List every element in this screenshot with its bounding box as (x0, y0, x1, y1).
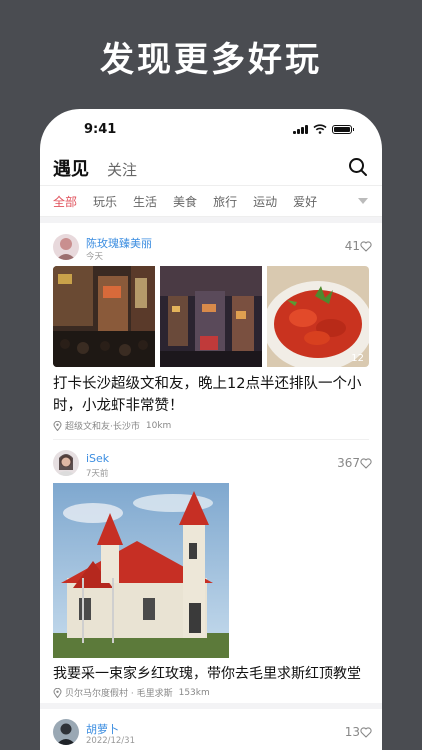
status-bar: 9:41 (40, 109, 382, 149)
like-count: 41 (344, 239, 360, 253)
category-travel[interactable]: 旅行 (213, 193, 237, 210)
location-name: 超级文和友·长沙市 (65, 422, 140, 432)
status-icons (293, 124, 354, 134)
avatar[interactable] (53, 234, 79, 260)
post-image[interactable]: 12 (267, 266, 369, 367)
battery-icon (332, 124, 354, 134)
signal-icon (293, 124, 308, 134)
feed-post[interactable]: iSek 7天前 367 我要采一束家乡红玫瑰，带你去毛里求斯红顶教堂 贝尔马尔… (40, 441, 382, 709)
like-count: 13 (344, 725, 360, 739)
post-text[interactable]: 打卡长沙超级文和友，晚上12点半还排队一个小时，小龙虾非常赞！ (53, 373, 371, 417)
chevron-down-icon[interactable] (358, 198, 368, 204)
avatar[interactable] (53, 719, 79, 745)
wifi-icon (313, 124, 327, 134)
heart-icon[interactable] (360, 458, 372, 469)
top-header: 遇见 关注 (40, 153, 382, 185)
promo-title: 发现更多好玩 (100, 40, 322, 80)
status-time: 9:41 (84, 122, 117, 137)
category-food[interactable]: 美食 (173, 193, 197, 210)
avatar[interactable] (53, 450, 79, 476)
image-count: 12 (351, 353, 364, 364)
phone-screen: 9:41 遇见 关注 全部 玩乐 生活 美食 旅行 运动 爱好 陈玫瑰臻美丽 今… (40, 109, 382, 750)
post-text[interactable]: 我要采一束家乡红玫瑰，带你去毛里求斯红顶教堂 (53, 663, 371, 685)
post-image[interactable] (53, 483, 229, 658)
location-pin-icon (53, 687, 62, 698)
post-image[interactable] (53, 266, 155, 367)
post-time: 2022/12/31 (86, 736, 135, 746)
heart-icon[interactable] (360, 241, 372, 252)
like-count: 367 (337, 456, 360, 470)
location-distance: 153km (178, 687, 210, 698)
category-hobby[interactable]: 爱好 (293, 193, 317, 210)
category-play[interactable]: 玩乐 (93, 193, 117, 210)
category-life[interactable]: 生活 (133, 193, 157, 210)
post-divider (53, 439, 369, 440)
search-icon[interactable] (348, 157, 368, 177)
category-sport[interactable]: 运动 (253, 193, 277, 210)
post-username[interactable]: 陈玫瑰臻美丽 (86, 235, 152, 251)
post-location: 超级文和友·长沙市 10km (53, 419, 171, 432)
feed-post[interactable]: 陈玫瑰臻美丽 今天 41 12 打卡长沙超级文和友，晚上12点半还排队一个小时，… (40, 223, 382, 441)
post-image[interactable] (160, 266, 262, 367)
category-bar: 全部 玩乐 生活 美食 旅行 运动 爱好 (40, 185, 382, 217)
location-pin-icon (53, 420, 62, 431)
category-all[interactable]: 全部 (53, 193, 77, 210)
feed-post[interactable]: 胡萝卜 2022/12/31 13 (40, 709, 382, 750)
post-location: 贝尔马尔度假村 · 毛里求斯 153km (53, 686, 210, 699)
heart-icon[interactable] (360, 727, 372, 738)
location-distance: 10km (145, 420, 172, 431)
post-time: 今天 (86, 252, 104, 262)
post-username[interactable]: iSek (86, 452, 109, 465)
tab-follow[interactable]: 关注 (107, 159, 137, 180)
post-username[interactable]: 胡萝卜 (86, 721, 119, 737)
location-name: 贝尔马尔度假村 · 毛里求斯 (65, 689, 173, 699)
tab-encounter[interactable]: 遇见 (53, 155, 89, 181)
post-time: 7天前 (86, 469, 109, 479)
